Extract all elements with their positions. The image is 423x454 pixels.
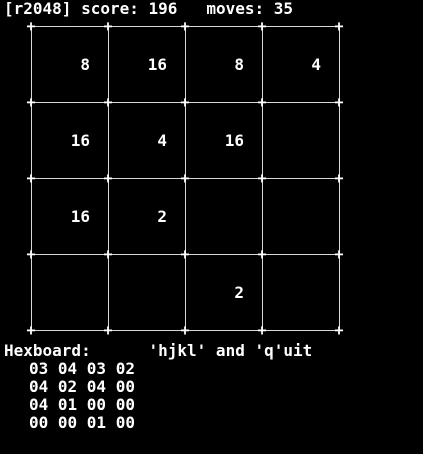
tile-value: 16 bbox=[70, 131, 90, 150]
board-tile: 8 bbox=[186, 27, 262, 103]
terminal-window: [r2048] score: 196 moves: 35 + + + + + + + + + + +… bbox=[0, 0, 423, 454]
score-value: 196 bbox=[148, 0, 178, 18]
board-tile bbox=[263, 255, 339, 331]
board-tile: 8 bbox=[32, 27, 108, 103]
board-tile: 16 bbox=[32, 103, 108, 179]
controls-help: 'hjkl' and 'q'uit bbox=[148, 341, 313, 360]
score-label: score: bbox=[81, 0, 139, 18]
game-name: [r2048] bbox=[4, 0, 72, 18]
tile-value: 16 bbox=[70, 207, 90, 226]
board-tile bbox=[263, 103, 339, 179]
tile-value: 4 bbox=[311, 55, 321, 74]
hexboard-header: Hexboard: 'hjkl' and 'q'uit bbox=[4, 342, 312, 360]
hexboard-row: 03 04 03 02 bbox=[29, 359, 135, 378]
board-tile: 16 bbox=[109, 27, 185, 103]
hexboard-row: 00 00 01 00 bbox=[29, 413, 135, 432]
hexboard-label: Hexboard: bbox=[4, 341, 91, 360]
board-tile bbox=[109, 255, 185, 331]
hexboard-row: 04 01 00 00 bbox=[29, 395, 135, 414]
board-tile: 4 bbox=[263, 27, 339, 103]
tile-value: 8 bbox=[80, 55, 90, 74]
moves-label: moves: bbox=[206, 0, 265, 18]
board-tile: 2 bbox=[186, 255, 262, 331]
tile-value: 2 bbox=[157, 207, 167, 226]
moves-value: 35 bbox=[273, 0, 294, 18]
hexboard-row: 04 02 04 00 bbox=[29, 377, 135, 396]
board-tile: 2 bbox=[109, 179, 185, 255]
board-tile: 16 bbox=[186, 103, 262, 179]
tile-value: 2 bbox=[234, 283, 244, 302]
board-tile: 4 bbox=[109, 103, 185, 179]
board-tile: 16 bbox=[32, 179, 108, 255]
status-line: [r2048] score: 196 moves: 35 bbox=[4, 0, 293, 18]
tile-value: 16 bbox=[147, 55, 167, 74]
tile-value: 8 bbox=[234, 55, 244, 74]
tile-value: 16 bbox=[224, 131, 244, 150]
board-tile bbox=[186, 179, 262, 255]
board-tile bbox=[32, 255, 108, 331]
tile-value: 4 bbox=[157, 131, 167, 150]
board-tile bbox=[263, 179, 339, 255]
